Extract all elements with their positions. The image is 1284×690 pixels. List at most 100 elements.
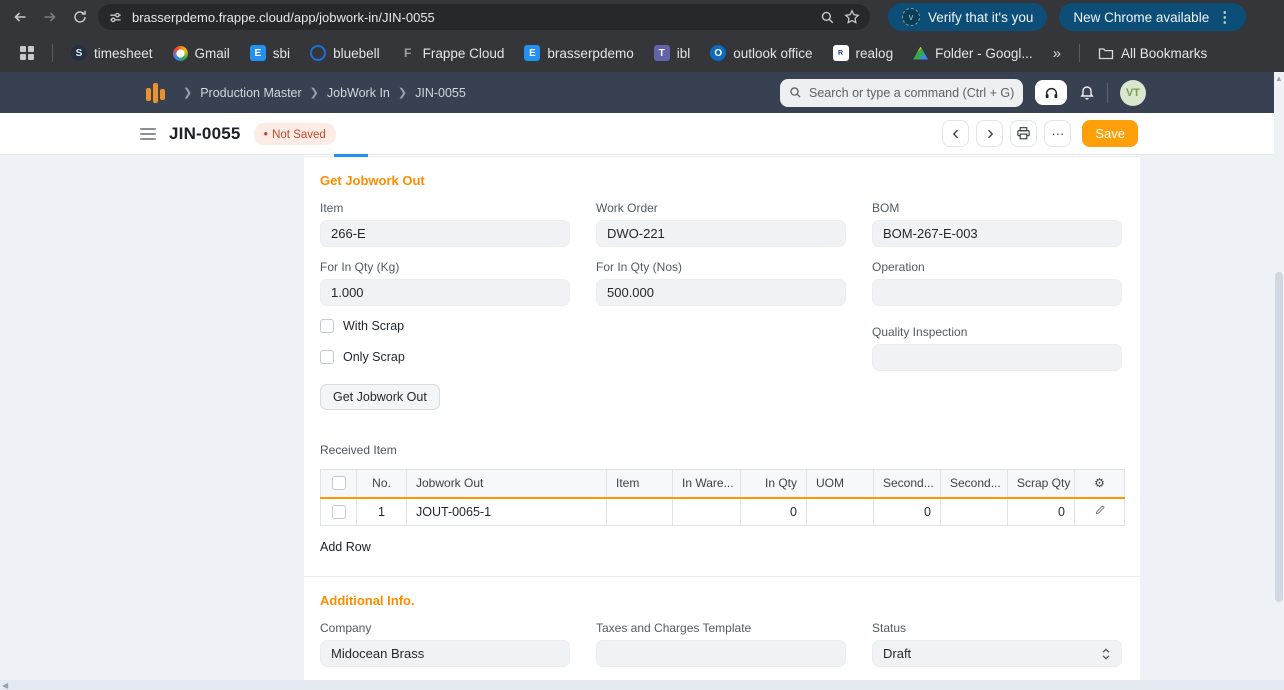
cell-secondary-a[interactable]: 0 [874,498,941,526]
get-jobwork-out-button[interactable]: Get Jobwork Out [320,384,440,410]
url-text[interactable]: brasserpdemo.frappe.cloud/app/jobwork-in… [132,10,811,25]
bookmark-frappe-cloud[interactable]: F Frappe Cloud [392,41,513,65]
prev-document-button[interactable] [942,120,969,147]
notifications-bell-icon[interactable] [1079,85,1095,101]
bookmark-label: bluebell [333,46,380,61]
field-for-in-qty-nos: For In Qty (Nos) 500.000 [596,260,846,306]
bom-input[interactable]: BOM-267-E-003 [872,220,1122,247]
vertical-scrollbar-thumb[interactable] [1275,272,1283,602]
cell-uom[interactable] [807,498,874,526]
all-bookmarks-button[interactable]: All Bookmarks [1090,42,1215,65]
table-row: 1 JOUT-0065-1 0 0 0 [321,498,1125,526]
save-button[interactable]: Save [1082,120,1138,147]
help-button[interactable] [1035,80,1067,105]
cell-item[interactable] [607,498,673,526]
quality-inspection-input[interactable] [872,344,1122,371]
address-bar[interactable]: brasserpdemo.frappe.cloud/app/jobwork-in… [98,4,870,30]
bookmark-label: Frappe Cloud [423,46,505,61]
bookmark-realog[interactable]: R realog [825,41,902,65]
with-scrap-checkbox-row[interactable]: With Scrap [320,319,570,333]
vertical-scrollbar[interactable]: ▲ [1274,72,1284,690]
only-scrap-checkbox[interactable] [320,350,334,364]
breadcrumb-production-master[interactable]: Production Master [200,86,301,100]
bookmark-label: Folder - Googl... [935,46,1033,61]
status-select[interactable]: Draft [872,640,1122,667]
bookmark-label: brasserpdemo [547,46,633,61]
cell-in-qty[interactable]: 0 [741,498,807,526]
item-input[interactable]: 266-E [320,220,570,247]
breadcrumb-jobwork-in[interactable]: JobWork In [327,86,390,100]
field-label: For In Qty (Kg) [320,260,570,274]
horizontal-scrollbar[interactable]: ◀ [0,680,1284,690]
site-settings-icon[interactable] [108,10,123,25]
bookmark-bluebell[interactable]: bluebell [302,41,388,65]
active-tab-indicator[interactable] [334,154,368,157]
bookmark-gmail[interactable]: Gmail [165,42,238,65]
form-grid-row-1: Item 266-E Work Order DWO-221 BOM BOM-26… [320,201,1124,260]
erp-favicon: E [524,45,540,61]
all-bookmarks-label: All Bookmarks [1121,46,1207,61]
search-icon [789,86,802,99]
company-input[interactable]: Midocean Brass [320,640,570,667]
cell-scrap-qty[interactable]: 0 [1008,498,1075,526]
bookmarks-overflow-icon[interactable]: » [1045,45,1069,62]
column-middle: For In Qty (Nos) 500.000 [596,260,846,410]
field-label: Status [872,621,1122,635]
cell-secondary-b[interactable] [941,498,1008,526]
only-scrap-checkbox-row[interactable]: Only Scrap [320,350,570,364]
reload-icon[interactable] [68,5,92,29]
col-jobwork-out: Jobwork Out [407,470,607,498]
add-row-button[interactable]: Add Row [320,540,371,554]
taxes-template-input[interactable] [596,640,846,667]
row-checkbox[interactable] [332,505,346,519]
scroll-left-arrow-icon[interactable]: ◀ [2,681,8,690]
col-secondary-b: Second... [941,470,1008,498]
forward-icon[interactable] [38,5,62,29]
verify-profile-label: Verify that it's you [928,10,1033,25]
table-settings-gear-icon[interactable]: ⚙ [1075,470,1125,498]
col-scrap-qty: Scrap Qty [1008,470,1075,498]
bookmark-timesheet[interactable]: S timesheet [63,41,161,65]
browser-menu-icon[interactable]: ⋮ [1217,10,1232,25]
print-button[interactable] [1010,120,1037,147]
cell-jobwork-out[interactable]: JOUT-0065-1 [407,498,607,526]
field-for-in-qty-kg: For In Qty (Kg) 1.000 [320,260,570,306]
outlook-favicon: O [710,45,726,61]
user-avatar[interactable]: VT [1120,80,1146,106]
status-dot: • [264,126,269,141]
verify-profile-button[interactable]: v Verify that it's you [888,3,1047,31]
bookmark-label: realog [856,46,894,61]
bookmark-drive-folder[interactable]: Folder - Googl... [905,42,1041,65]
next-document-button[interactable] [976,120,1003,147]
more-actions-button[interactable]: ··· [1044,120,1071,147]
search-icon[interactable] [820,10,835,25]
bookmark-label: sbi [273,46,290,61]
for-in-qty-nos-input[interactable]: 500.000 [596,279,846,306]
scroll-up-arrow-icon[interactable]: ▲ [1275,74,1283,83]
bookmark-sbi[interactable]: E sbi [242,41,298,65]
field-item: Item 266-E [320,201,570,247]
field-work-order: Work Order DWO-221 [596,201,846,247]
sidebar-toggle-icon[interactable] [140,128,156,140]
col-no: No. [357,470,407,498]
for-in-qty-kg-input[interactable]: 1.000 [320,279,570,306]
back-icon[interactable] [8,5,32,29]
cell-in-warehouse[interactable] [673,498,741,526]
apps-grid-icon[interactable] [12,42,42,64]
breadcrumb-jin-0055[interactable]: JIN-0055 [415,86,466,100]
app-logo-icon[interactable] [146,81,165,105]
bookmark-outlook[interactable]: O outlook office [702,41,820,65]
bookmark-star-icon[interactable] [844,9,860,25]
global-search[interactable] [780,79,1023,107]
cell-no[interactable]: 1 [357,498,407,526]
operation-input[interactable] [872,279,1122,306]
col-secondary-a: Second... [874,470,941,498]
bookmark-brasserpdemo[interactable]: E brasserpdemo [516,41,641,65]
row-edit-pencil-icon[interactable] [1075,498,1125,526]
chrome-update-button[interactable]: New Chrome available ⋮ [1059,3,1246,31]
bookmark-ibl[interactable]: T ibl [646,41,699,65]
work-order-input[interactable]: DWO-221 [596,220,846,247]
search-input[interactable] [809,86,1014,100]
with-scrap-checkbox[interactable] [320,319,334,333]
select-all-checkbox[interactable] [332,476,346,490]
